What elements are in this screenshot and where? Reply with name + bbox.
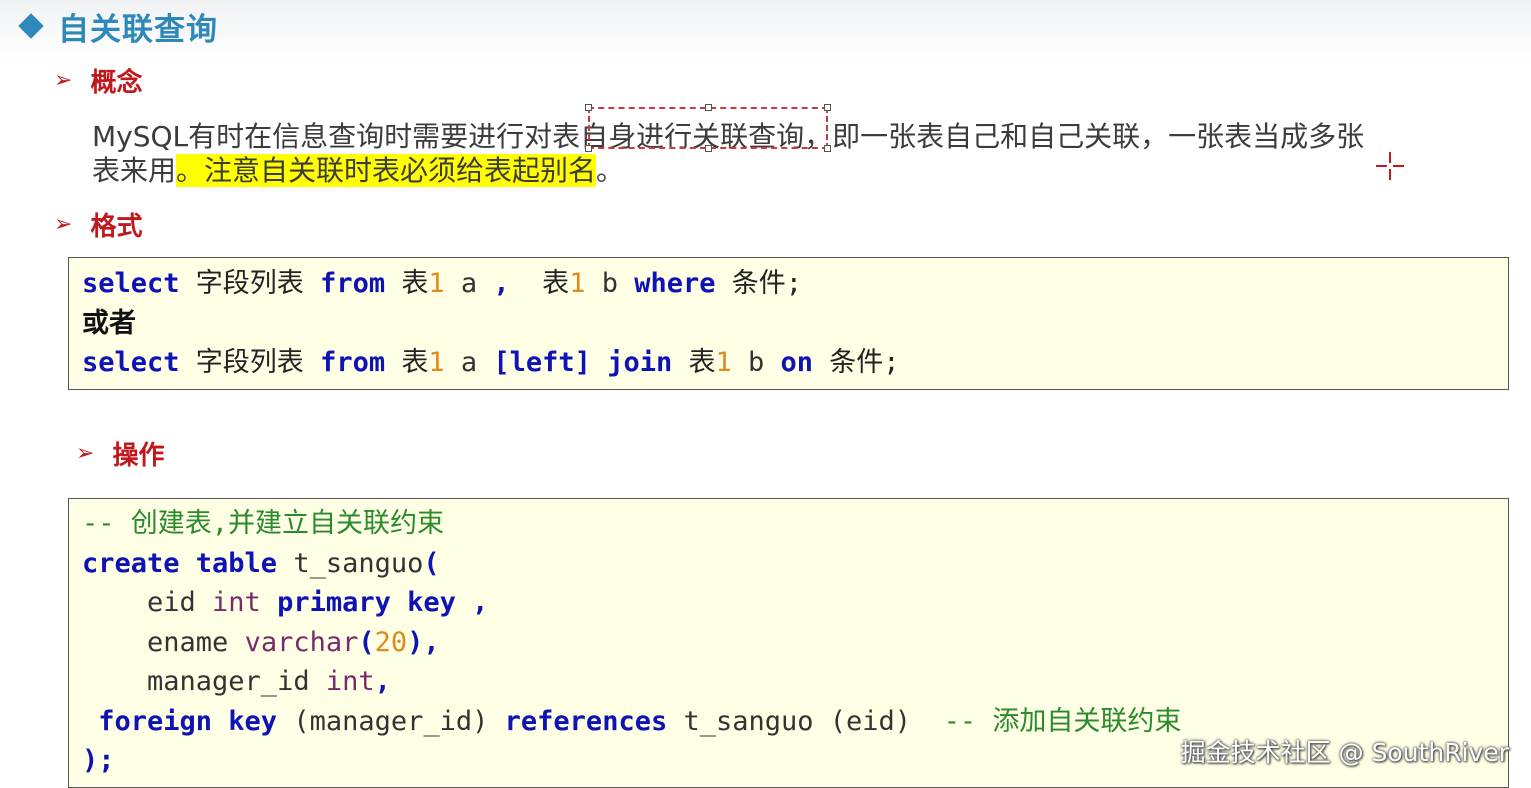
code-text: a bbox=[444, 268, 494, 299]
code-keyword: select bbox=[82, 268, 180, 299]
arrow-bullet-icon: ➢ bbox=[76, 441, 95, 466]
resize-handle[interactable] bbox=[585, 104, 592, 111]
code-number: 20 bbox=[374, 626, 408, 658]
code-text: (manager_id) bbox=[277, 705, 505, 737]
code-comment: -- 创建表,并建立自关联约束 bbox=[82, 508, 445, 539]
code-text: a bbox=[444, 347, 494, 378]
section-format: ➢ 格式 bbox=[54, 206, 142, 243]
code-punct: , bbox=[455, 587, 489, 618]
code-keyword: create table bbox=[82, 547, 278, 579]
section-format-label: 格式 bbox=[90, 212, 143, 242]
code-type: int bbox=[212, 587, 261, 618]
code-text: b bbox=[731, 347, 781, 378]
code-text: 表 bbox=[672, 347, 716, 378]
code-keyword: from bbox=[320, 268, 386, 299]
resize-handle[interactable] bbox=[585, 145, 592, 152]
code-number: 1 bbox=[569, 268, 586, 299]
code-type: varchar bbox=[244, 626, 359, 658]
code-keyword: from bbox=[320, 347, 386, 378]
format-code-box: select 字段列表 from 表1 a , 表1 b where 条件; 或… bbox=[68, 257, 1509, 390]
code-keyword: where bbox=[634, 268, 716, 299]
resize-handle[interactable] bbox=[705, 104, 712, 111]
code-text: t_sanguo (eid) bbox=[667, 705, 944, 737]
slide-title-text: 自关联查询 bbox=[58, 11, 218, 48]
section-concept-label: 概念 bbox=[90, 68, 143, 98]
code-text: manager_id bbox=[82, 666, 326, 697]
code-comment: -- 添加自关联约束 bbox=[943, 705, 1182, 737]
code-punct: ); bbox=[82, 745, 115, 776]
code-number: 1 bbox=[715, 347, 732, 378]
code-punct: , bbox=[374, 666, 391, 697]
code-text: t_sanguo bbox=[277, 547, 424, 579]
code-punct: ( bbox=[358, 626, 375, 658]
slide-title: 自关联查询 bbox=[18, 6, 218, 48]
code-text: 表 bbox=[385, 347, 429, 378]
code-keyword: references bbox=[504, 705, 668, 737]
arrow-bullet-icon: ➢ bbox=[54, 68, 73, 93]
arrow-bullet-icon: ➢ bbox=[54, 212, 73, 237]
code-punct: , bbox=[493, 268, 526, 299]
code-text: 条件; bbox=[715, 268, 803, 299]
slide-header-background bbox=[0, 0, 1531, 60]
code-text: 字段列表 bbox=[179, 347, 321, 378]
code-text: 字段列表 bbox=[179, 268, 321, 299]
resize-handle[interactable] bbox=[824, 104, 831, 111]
code-punct: ( bbox=[423, 547, 440, 579]
code-type: int bbox=[325, 666, 375, 697]
code-text: 表 bbox=[525, 268, 570, 299]
code-keyword: on bbox=[780, 347, 814, 378]
code-keyword: select bbox=[82, 347, 180, 378]
code-number: 1 bbox=[428, 347, 445, 378]
resize-handle[interactable] bbox=[705, 145, 712, 152]
diamond-bullet-icon bbox=[18, 13, 44, 39]
code-text: 条件; bbox=[813, 347, 900, 378]
watermark: 掘金技术社区 @ SouthRiver bbox=[1180, 738, 1509, 767]
section-concept: ➢ 概念 bbox=[54, 62, 142, 99]
code-text: 表 bbox=[385, 268, 429, 299]
code-text: b bbox=[585, 268, 635, 299]
code-text: eid bbox=[82, 587, 213, 618]
code-punct: ), bbox=[407, 626, 440, 658]
section-operation: ➢ 操作 bbox=[76, 435, 164, 472]
code-or-label: 或者 bbox=[82, 307, 136, 339]
code-keyword: [left] join bbox=[493, 347, 673, 378]
resize-handle[interactable] bbox=[824, 145, 831, 152]
concept-text-highlight: 。注意自关联时表必须给表起别名 bbox=[176, 154, 597, 187]
text-selection-box[interactable] bbox=[585, 104, 831, 152]
move-cursor-icon bbox=[1376, 152, 1404, 180]
code-keyword: primary key bbox=[277, 587, 456, 618]
section-operation-label: 操作 bbox=[112, 441, 165, 471]
code-keyword: foreign key bbox=[82, 705, 278, 737]
concept-text-end: 。 bbox=[596, 154, 625, 187]
code-number: 1 bbox=[428, 268, 445, 299]
format-code: select 字段列表 from 表1 a , 表1 b where 条件; 或… bbox=[69, 264, 1508, 383]
code-text: ename bbox=[82, 626, 245, 658]
concept-text-part1: MySQL有时在信息查询时需要进行对表 bbox=[92, 120, 581, 153]
